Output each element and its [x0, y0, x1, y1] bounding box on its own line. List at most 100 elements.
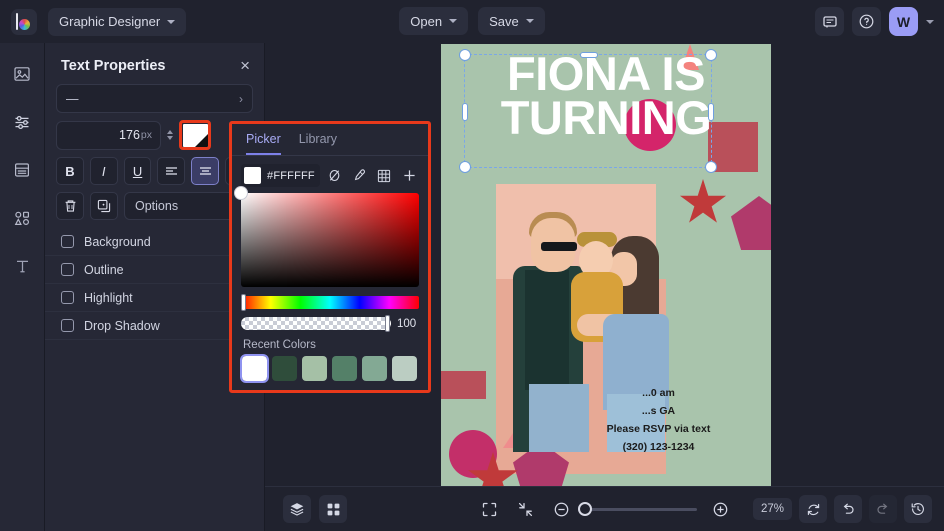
delete-button[interactable]: [56, 192, 84, 220]
add-icon[interactable]: [399, 165, 419, 186]
resize-handle-bottom-right[interactable]: [705, 161, 717, 173]
stepper-down-icon[interactable]: [167, 136, 173, 140]
checkbox-icon[interactable]: [61, 235, 74, 248]
options-label: Options: [135, 199, 179, 213]
alpha-slider[interactable]: [241, 315, 391, 332]
font-family-select[interactable]: — ›: [56, 84, 253, 113]
sidebar-item-shapes[interactable]: [7, 203, 37, 233]
recent-color-swatch[interactable]: [332, 356, 357, 381]
checkbox-icon[interactable]: [61, 319, 74, 332]
photo-part: [541, 242, 577, 251]
sidebar-item-images[interactable]: [7, 59, 37, 89]
design-document[interactable]: FIONA IS TURNING ...0 am ...s GA Please …: [441, 44, 771, 486]
open-button[interactable]: Open: [399, 7, 469, 35]
alpha-value: 100: [397, 317, 417, 330]
detail-line: (320) 123-1234: [622, 441, 695, 454]
shape-square-red-2[interactable]: [441, 371, 486, 399]
recent-color-swatch[interactable]: [392, 356, 417, 381]
recent-colors-label: Recent Colors: [243, 339, 316, 351]
alpha-row: 100: [241, 315, 419, 332]
undo-button[interactable]: [834, 495, 862, 523]
bold-button[interactable]: B: [56, 157, 84, 185]
chevron-down-icon[interactable]: [926, 19, 934, 24]
open-label: Open: [410, 13, 443, 29]
italic-button[interactable]: I: [89, 157, 118, 185]
zoom-in-button[interactable]: [707, 496, 733, 522]
checkbox-icon[interactable]: [61, 263, 74, 276]
photo-part: [525, 270, 569, 390]
grid-icon[interactable]: [374, 165, 394, 186]
recent-color-swatch[interactable]: [272, 356, 297, 381]
text-color-swatch[interactable]: [179, 120, 211, 150]
chat-button[interactable]: [815, 7, 844, 36]
zoom-out-button[interactable]: [548, 496, 574, 522]
color-picker-popup[interactable]: Picker Library #FFFFFF 100 Recent Colors: [229, 121, 431, 393]
hex-input[interactable]: #FFFFFF: [241, 164, 320, 187]
recent-color-swatch[interactable]: [302, 356, 327, 381]
shape-pentagon-magenta[interactable]: [731, 196, 771, 250]
align-left-button[interactable]: [157, 157, 186, 185]
chevron-right-icon: ›: [239, 91, 243, 106]
reset-button[interactable]: [799, 495, 827, 523]
current-color-chip: [244, 167, 261, 184]
font-size-stepper[interactable]: [167, 130, 173, 140]
left-tool-rail: [0, 43, 45, 531]
chevron-down-icon: [449, 19, 458, 23]
saturation-value-area[interactable]: [234, 186, 419, 287]
zoom-slider-handle[interactable]: [578, 501, 592, 516]
align-center-button[interactable]: [191, 157, 220, 185]
checkbox-icon[interactable]: [61, 291, 74, 304]
recent-color-swatch[interactable]: [362, 356, 387, 381]
sidebar-item-adjustments[interactable]: [7, 107, 37, 137]
fit-to-screen-button[interactable]: [476, 496, 502, 522]
toggle-drop-shadow-label: Drop Shadow: [84, 318, 160, 333]
font-family-value: —: [66, 91, 79, 106]
font-size-input[interactable]: 176 px: [56, 120, 161, 150]
underline-button[interactable]: U: [123, 157, 152, 185]
redo-button[interactable]: [869, 495, 897, 523]
alpha-slider-handle[interactable]: [385, 315, 390, 332]
app-root: Graphic Designer Open Save W Text Proper…: [0, 0, 944, 531]
bottom-right-group: 27%: [752, 495, 932, 523]
detail-line: Please RSVP via text: [606, 423, 711, 436]
top-right-group: W: [815, 7, 934, 36]
stepper-up-icon[interactable]: [167, 130, 173, 134]
saturation-value-handle[interactable]: [234, 186, 248, 200]
history-button[interactable]: [904, 495, 932, 523]
zoom-slider[interactable]: [578, 501, 697, 516]
text-color-preview: [182, 123, 208, 147]
avatar-initial: W: [896, 13, 911, 30]
hue-slider[interactable]: [241, 294, 419, 311]
avatar[interactable]: W: [889, 7, 918, 36]
font-size-value: 176: [119, 128, 140, 142]
hue-slider-handle[interactable]: [241, 294, 246, 311]
recent-colors-row: [232, 354, 428, 383]
resize-handle-left[interactable]: [462, 103, 468, 121]
save-button[interactable]: Save: [478, 7, 545, 35]
sidebar-item-text[interactable]: [7, 251, 37, 281]
sidebar-item-layout[interactable]: [7, 155, 37, 185]
bold-label: B: [65, 163, 75, 179]
recent-color-swatch[interactable]: [240, 354, 269, 383]
tab-picker[interactable]: Picker: [246, 132, 281, 155]
shrink-to-fit-button[interactable]: [512, 496, 538, 522]
eyedropper-icon[interactable]: [350, 165, 370, 186]
close-icon[interactable]: ×: [240, 57, 250, 74]
save-label: Save: [489, 13, 519, 29]
resize-handle-bottom-left[interactable]: [459, 161, 471, 173]
duplicate-button[interactable]: [90, 192, 118, 220]
hex-value: #FFFFFF: [267, 169, 315, 182]
toggle-highlight-label: Highlight: [84, 290, 133, 305]
invitation-details[interactable]: ...0 am ...s GA Please RSVP via text (32…: [561, 384, 756, 456]
tab-library[interactable]: Library: [299, 132, 337, 155]
selection-bounding-box[interactable]: [459, 49, 717, 173]
help-button[interactable]: [852, 7, 881, 36]
resize-handle-top[interactable]: [580, 52, 598, 58]
resize-handle-top-left[interactable]: [459, 49, 471, 61]
no-color-icon[interactable]: [325, 165, 345, 186]
resize-handle-top-right[interactable]: [705, 49, 717, 61]
zoom-level[interactable]: 27%: [752, 498, 792, 520]
font-size-unit: px: [140, 129, 152, 141]
resize-handle-right[interactable]: [708, 103, 714, 121]
toggle-outline-label: Outline: [84, 262, 124, 277]
